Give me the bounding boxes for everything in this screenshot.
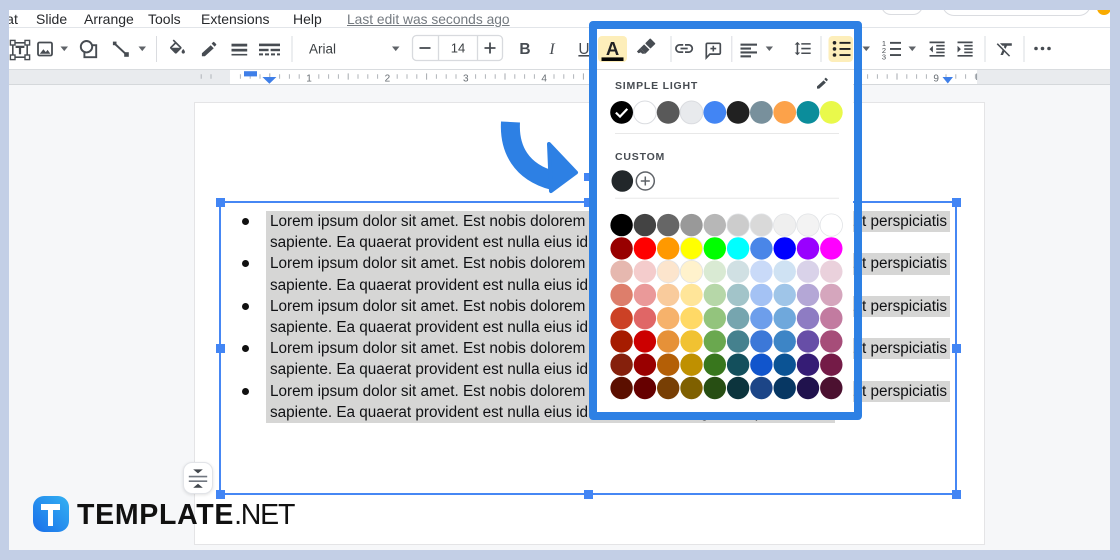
svg-text:U: U xyxy=(578,41,589,58)
svg-text:2: 2 xyxy=(385,74,391,85)
svg-text:9: 9 xyxy=(933,74,939,85)
svg-text:3: 3 xyxy=(882,53,886,62)
svg-text:1: 1 xyxy=(306,74,312,85)
svg-text:3: 3 xyxy=(463,74,469,85)
svg-text:4: 4 xyxy=(541,74,547,85)
svg-text:14: 14 xyxy=(451,41,465,56)
svg-text:B: B xyxy=(519,41,530,58)
svg-text:I: I xyxy=(548,41,555,58)
svg-text:Arial: Arial xyxy=(309,42,336,57)
